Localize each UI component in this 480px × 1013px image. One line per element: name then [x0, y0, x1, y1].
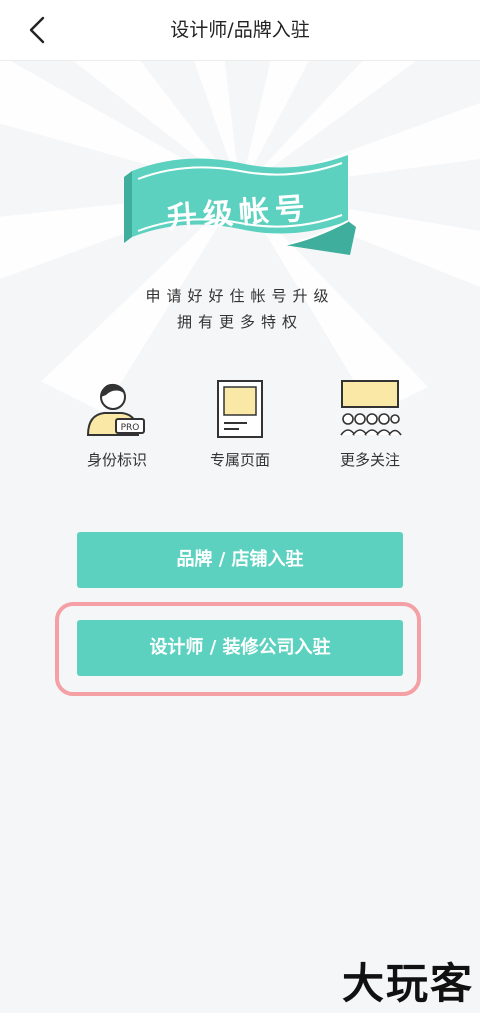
designer-company-join-button[interactable]: 设计师 / 装修公司入驻	[77, 620, 403, 676]
feature-label: 身份标识	[86, 451, 147, 469]
feature-followers: 更多关注	[310, 379, 430, 470]
tagline-line-2: 拥有更多特权	[176, 313, 303, 331]
page-icon	[217, 380, 263, 438]
top-bar: 设计师/品牌入驻	[0, 0, 480, 61]
feature-identity: PRO 身份标识	[57, 379, 177, 470]
audience-icon	[340, 380, 402, 436]
pro-badge-user-icon: PRO	[86, 383, 145, 436]
watermark-logo: 大玩客	[341, 959, 474, 1008]
feature-page: 专属页面	[180, 379, 300, 470]
page-title: 设计师/品牌入驻	[170, 19, 310, 41]
upgrade-hero: 升级帐号 申请好好住帐号升级 拥有更多特权 PRO 身份标识 专属页面 更多关注	[0, 61, 480, 501]
brand-store-join-button[interactable]: 品牌 / 店铺入驻	[77, 532, 403, 588]
tagline-line-1: 申请好好住帐号升级	[145, 287, 335, 305]
feature-label: 更多关注	[339, 451, 400, 469]
feature-label: 专属页面	[209, 451, 270, 469]
pro-badge-text: PRO	[121, 423, 140, 433]
